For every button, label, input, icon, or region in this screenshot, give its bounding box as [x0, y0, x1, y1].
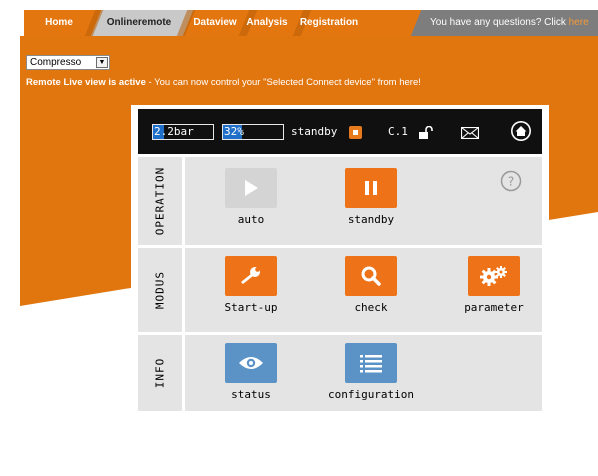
chevron-down-icon[interactable]: ▼ [96, 57, 108, 68]
device-select[interactable]: Compresso ▼ [26, 55, 110, 70]
info-label: INFO [153, 357, 167, 389]
device-select-value: Compresso [30, 57, 82, 68]
modus-label: MODUS [153, 270, 167, 310]
remote-control-panel: 2.2bar 32% standby C.1 OPERATION auto st… [131, 105, 549, 412]
list-icon [360, 355, 382, 373]
svg-text:?: ? [508, 175, 514, 189]
live-view-description: - You can now control your "Selected Con… [145, 77, 421, 88]
magnifier-icon [361, 266, 381, 286]
parameter-label: parameter [464, 301, 524, 314]
nav-registration[interactable]: Registration [298, 10, 360, 36]
play-icon [245, 180, 258, 196]
auto-button[interactable] [225, 168, 277, 208]
configuration-label: configuration [327, 388, 415, 401]
device-status-bar: 2.2bar 32% standby C.1 [138, 109, 542, 154]
status-label: status [231, 388, 271, 401]
top-nav-bar: Home Onlineremote Dataview Analysis Regi… [24, 10, 598, 36]
live-view-message: Remote Live view is active - You can now… [26, 77, 421, 88]
operation-section-label: OPERATION [138, 157, 182, 245]
check-button[interactable] [345, 256, 397, 296]
help-link[interactable]: here [569, 17, 589, 28]
wrench-icon [241, 267, 260, 284]
check-label: check [354, 301, 388, 314]
help-question-text: You have any questions? Click [430, 17, 569, 28]
gears-icon [480, 266, 507, 286]
start-up-button[interactable] [225, 256, 277, 296]
configuration-button[interactable] [345, 343, 397, 383]
pressure-value: 2.2bar [154, 125, 194, 138]
pressure-display: 2.2bar [152, 124, 214, 140]
unlock-icon[interactable] [418, 126, 434, 140]
info-section: status configuration [185, 335, 542, 411]
operation-label: OPERATION [153, 166, 167, 236]
eye-icon [239, 357, 263, 369]
code-text: C.1 [388, 125, 408, 138]
start-up-label: Start-up [224, 301, 278, 314]
stop-icon[interactable] [349, 126, 362, 139]
operation-section: auto standby ? [185, 157, 542, 245]
help-question: You have any questions? Click here [430, 10, 589, 36]
standby-button[interactable] [345, 168, 397, 208]
info-section-label: INFO [138, 335, 182, 411]
state-text: standby [291, 125, 338, 138]
help-icon[interactable]: ? [500, 170, 522, 192]
nav-analysis[interactable]: Analysis [242, 10, 292, 36]
modus-section-label: MODUS [138, 248, 182, 332]
auto-label: auto [237, 213, 265, 226]
home-icon[interactable] [510, 120, 532, 142]
percent-value: 32% [224, 125, 244, 138]
standby-label: standby [347, 213, 395, 226]
nav-onlineremote[interactable]: Onlineremote [96, 10, 182, 36]
pause-icon [365, 181, 377, 195]
modus-section: Start-up check parameter [185, 248, 542, 332]
percent-display: 32% [222, 124, 284, 140]
nav-home[interactable]: Home [38, 10, 80, 36]
live-view-status: Remote Live view is active [26, 77, 146, 88]
nav-dataview[interactable]: Dataview [190, 10, 240, 36]
parameter-button[interactable] [468, 256, 520, 296]
mail-icon[interactable] [461, 127, 479, 139]
status-button[interactable] [225, 343, 277, 383]
